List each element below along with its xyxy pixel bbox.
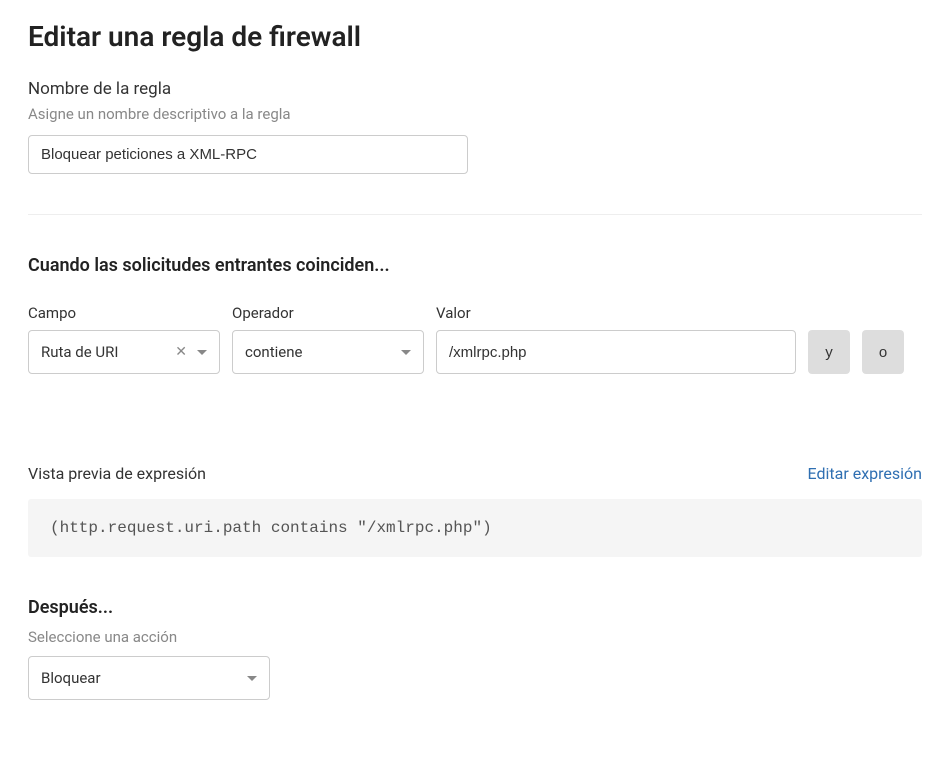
- field-group-valor: Valor: [436, 304, 796, 374]
- value-input[interactable]: [436, 330, 796, 374]
- rule-name-section: Nombre de la regla Asigne un nombre desc…: [28, 79, 922, 174]
- field-label-valor: Valor: [436, 304, 796, 322]
- field-select-value: Ruta de URI: [41, 343, 175, 361]
- preview-label: Vista previa de expresión: [28, 464, 206, 483]
- field-group-campo: Campo Ruta de URI ✕: [28, 304, 220, 374]
- or-button[interactable]: o: [862, 330, 904, 374]
- rule-name-input[interactable]: [28, 135, 468, 174]
- chevron-down-icon: [197, 350, 207, 355]
- rule-name-label: Nombre de la regla: [28, 79, 922, 99]
- and-button[interactable]: y: [808, 330, 850, 374]
- action-select[interactable]: Bloquear: [28, 656, 270, 700]
- field-label-campo: Campo: [28, 304, 220, 322]
- page-title: Editar una regla de firewall: [28, 20, 922, 53]
- chevron-down-icon: [247, 676, 257, 681]
- field-group-operador: Operador contiene: [232, 304, 424, 374]
- after-heading: Después...: [28, 597, 922, 618]
- after-section: Después... Seleccione una acción Bloquea…: [28, 597, 922, 700]
- after-label: Seleccione una acción: [28, 628, 922, 646]
- match-heading: Cuando las solicitudes entrantes coincid…: [28, 255, 922, 276]
- expression-preview: (http.request.uri.path contains "/xmlrpc…: [28, 499, 922, 557]
- edit-expression-link[interactable]: Editar expresión: [808, 464, 922, 483]
- field-label-operador: Operador: [232, 304, 424, 322]
- operator-select[interactable]: contiene: [232, 330, 424, 374]
- preview-section: Vista previa de expresión Editar expresi…: [28, 464, 922, 557]
- divider: [28, 214, 922, 215]
- operator-select-value: contiene: [245, 343, 401, 361]
- preview-header: Vista previa de expresión Editar expresi…: [28, 464, 922, 483]
- action-select-value: Bloquear: [41, 669, 247, 687]
- chevron-down-icon: [401, 350, 411, 355]
- field-select[interactable]: Ruta de URI ✕: [28, 330, 220, 374]
- clear-icon[interactable]: ✕: [175, 345, 187, 359]
- rule-condition-row: Campo Ruta de URI ✕ Operador contiene Va…: [28, 304, 922, 374]
- rule-name-help: Asigne un nombre descriptivo a la regla: [28, 105, 922, 123]
